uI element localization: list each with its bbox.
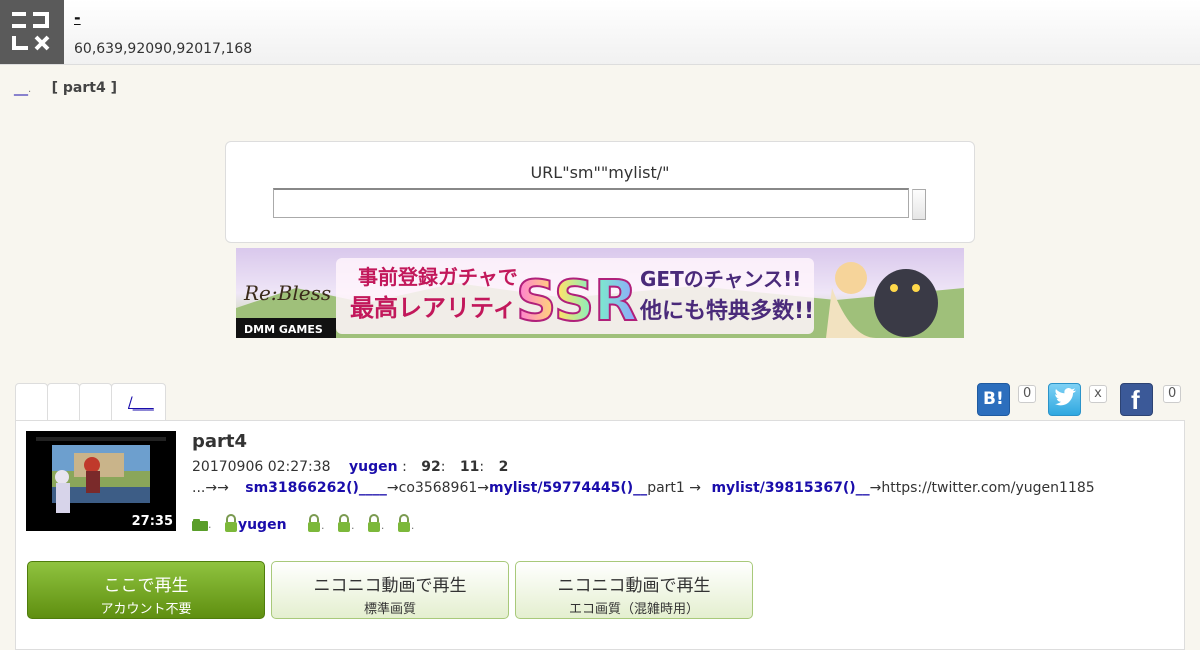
tag-locked[interactable]: . [337,514,355,533]
facebook-count: 0 [1163,385,1182,403]
video-duration: 27:35 [131,514,173,529]
breadcrumb: __. [ part4 ] [14,80,117,96]
tab-4-link[interactable]: /___ [128,395,154,411]
play-niconico-eco-button[interactable]: ニコニコ動画で再生 エコ画質（混雑時用） [515,561,753,619]
desc-text: ...→→ [192,480,229,496]
tag-author[interactable]: yugen [224,514,287,533]
search-label: URL"sm""mylist/" [530,163,670,182]
breadcrumb-current: [ part4 ] [51,80,117,96]
meta-separator: : [402,459,407,475]
ad-highlight: SSR [516,269,637,334]
site-title[interactable]: - [74,8,81,27]
tag-locked[interactable]: . [307,514,325,533]
ad-line2: 最高レアリティ [350,294,517,322]
meta-separator: : [479,459,485,475]
facebook-button[interactable]: f [1120,383,1153,416]
mylist-count: 2 [498,459,509,475]
twitter-button[interactable] [1048,383,1081,416]
hatena-bookmark-button[interactable]: B! [977,383,1010,416]
play-eco-sublabel: エコ画質（混雑時用） [568,602,699,617]
site-stats: 60,639,92090,92017,168 [74,41,253,57]
hatena-icon: B! [983,389,1004,409]
tag-dot: . [410,519,415,532]
play-here-label: ここで再生 [103,576,189,596]
tag-dot: . [350,519,355,532]
twitter-bird-icon [1055,388,1076,406]
lock-icon [224,514,237,532]
desc-link-video[interactable]: sm31866262()____ [245,480,387,496]
ad-banner[interactable]: DMM GAMES Re:Bless 事前登録ガチャで 最高レアリティ SSR … [236,248,964,338]
breadcrumb-separator: . [28,84,32,95]
ad-publisher: DMM GAMES [244,323,323,336]
tag-locked[interactable]: . [367,514,385,533]
site-logo[interactable] [0,0,64,64]
tab-4[interactable]: /___ [111,383,166,421]
tab-3[interactable] [79,383,112,421]
desc-link-mylist-1[interactable]: mylist/59774445()__ [489,480,647,496]
desc-text: →co3568961→ [386,480,489,496]
lock-icon [367,514,380,532]
play-niconico-standard-button[interactable]: ニコニコ動画で再生 標準画質 [271,561,509,619]
play-eco-label: ニコニコ動画で再生 [557,576,711,596]
tab-2[interactable] [47,383,80,421]
search-input[interactable] [273,188,909,218]
video-description: ...→→ sm31866262()____→co3568961→mylist/… [192,480,1095,496]
tag-author-link[interactable]: yugen [238,517,287,533]
lock-icon [397,514,410,532]
video-title: part4 [192,431,248,452]
tag-dot: . [320,519,325,532]
play-here-button[interactable]: ここで再生 アカウント不要 [27,561,265,619]
desc-text: part1 → [647,480,701,496]
author-link[interactable]: yugen [349,459,398,475]
ad-banner-image: DMM GAMES Re:Bless 事前登録ガチャで 最高レアリティ SSR … [236,248,964,338]
ad-line3: GETのチャンス!! [640,267,801,291]
video-card: 27:35 part4 20170906 02:27:38 yugen : 92… [15,420,1185,650]
ad-line1: 事前登録ガチャで [358,265,518,289]
facebook-icon: f [1131,385,1140,415]
comment-count: 11 [459,459,480,475]
lock-icon [307,514,320,532]
breadcrumb-home-link[interactable]: __ [14,80,28,96]
tag-locked[interactable]: . [397,514,415,533]
view-count: 92 [421,459,441,475]
video-tags: . yugen . . . . [192,514,422,533]
hatena-count: 0 [1018,385,1037,403]
video-meta: 20170906 02:27:38 yugen : 92: 11: 2 [192,459,508,475]
lock-icon [337,514,350,532]
play-here-sublabel: アカウント不要 [100,602,192,617]
video-thumbnail[interactable]: 27:35 [26,431,176,531]
play-standard-label: ニコニコ動画で再生 [313,576,467,596]
site-header: - 60,639,92090,92017,168 [0,0,1200,65]
folder-icon [192,518,208,531]
twitter-count: x [1089,385,1107,403]
ad-line4: 他にも特典多数!! [639,298,814,324]
desc-text: →https://twitter.com/yugen1185 [869,480,1095,496]
logo-glyph-icon [12,12,50,51]
posted-date: 20170906 02:27:38 [192,459,331,475]
tag-dot: . [208,517,212,531]
tag-dot: . [380,519,385,532]
tab-1[interactable] [15,383,48,421]
play-standard-sublabel: 標準画質 [363,602,416,617]
search-panel: URL"sm""mylist/" [225,141,975,243]
tag-category[interactable]: . [192,516,212,532]
desc-link-mylist-2[interactable]: mylist/39815367()__ [711,480,869,496]
search-button[interactable] [912,189,926,220]
meta-separator: : [440,459,446,475]
ad-brand: Re:Bless [243,281,331,305]
